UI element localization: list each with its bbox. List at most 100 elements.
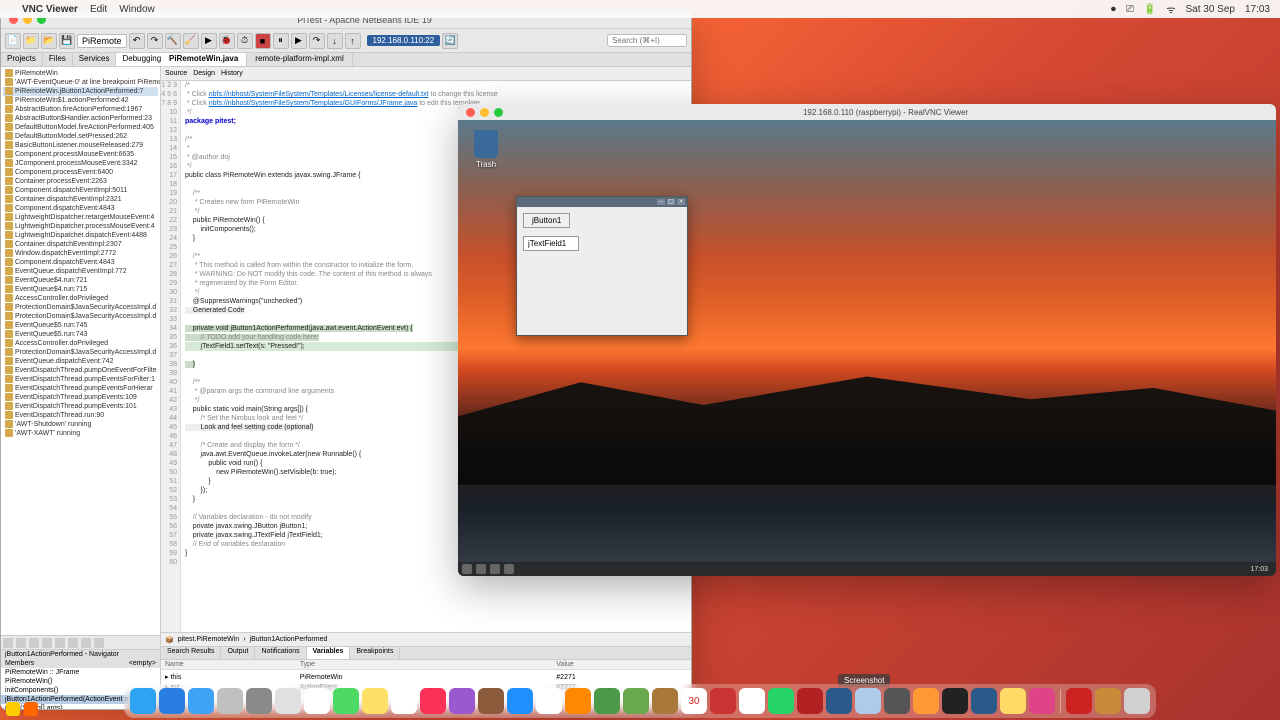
dock-vlc-icon[interactable]: [565, 688, 591, 714]
remote-trash-icon[interactable]: Trash: [474, 130, 498, 169]
dock-vnc-server-icon[interactable]: [971, 688, 997, 714]
dock-trash-icon[interactable]: [1124, 688, 1150, 714]
stack-frame[interactable]: Component.dispatchEventImpl:5011: [3, 186, 158, 195]
wifi-icon[interactable]: ᯤ: [1166, 2, 1175, 16]
stack-frame[interactable]: Container.dispatchEventImpl:2307: [3, 240, 158, 249]
stack-frame[interactable]: ProtectionDomain$JavaSecurityAccessImpl.…: [3, 303, 158, 312]
tab-files[interactable]: Files: [43, 53, 73, 66]
remote-jbutton1[interactable]: jButton1: [523, 213, 570, 228]
variable-row[interactable]: ▸ thisPiRemoteWin#2271: [161, 672, 691, 682]
menu-window[interactable]: Window: [119, 4, 155, 15]
dock-home-icon[interactable]: [913, 688, 939, 714]
dtab-vars[interactable]: Variables: [307, 647, 351, 659]
stack-frame[interactable]: PiRemoteWin.jButton1ActionPerformed:7: [3, 87, 158, 96]
tab-projects[interactable]: Projects: [1, 53, 43, 66]
display-icon[interactable]: ⎚: [1126, 4, 1134, 15]
remote-taskbar[interactable]: 17:03: [458, 562, 1276, 576]
dock-netbeans-icon[interactable]: [855, 688, 881, 714]
editor-tab-java[interactable]: PiRemoteWin.java: [161, 53, 247, 66]
stack-frame[interactable]: EventDispatchThread.pumpEvents:101: [3, 402, 158, 411]
remote-term-icon[interactable]: [504, 564, 514, 574]
dock-vnc-viewer-icon[interactable]: [826, 688, 852, 714]
dock-reminders-icon[interactable]: [391, 688, 417, 714]
stack-frame[interactable]: Component.processMouseEvent:6635: [3, 150, 158, 159]
minimize-icon[interactable]: [480, 108, 489, 117]
remote-min-icon[interactable]: –: [657, 199, 665, 205]
stack-frame[interactable]: 'AWT-XAWT' running: [3, 429, 158, 438]
stack-frame[interactable]: Component.dispatchEvent:4843: [3, 204, 158, 213]
nav-member[interactable]: PiRemoteWin :: JFrame: [1, 668, 160, 677]
stack-frame[interactable]: Container.dispatchEventImpl:2321: [3, 195, 158, 204]
dock-intellij-icon[interactable]: [1029, 688, 1055, 714]
pause-button[interactable]: ⏸: [273, 33, 289, 49]
clean-build-button[interactable]: 🧹: [183, 33, 199, 49]
stack-frame[interactable]: EventDispatchThread.run:90: [3, 411, 158, 420]
save-all-button[interactable]: 💾: [59, 33, 75, 49]
run-button[interactable]: ▶: [201, 33, 217, 49]
remote-host-label[interactable]: 192.168.0.110:22: [367, 35, 441, 46]
dock-red-label-icon[interactable]: [1066, 688, 1092, 714]
stack-frame[interactable]: EventDispatchThread.pumpEventsForHierar: [3, 384, 158, 393]
stack-frame[interactable]: 'AWT-Shutdown' running: [3, 420, 158, 429]
remote-java-window[interactable]: – ▢ × jButton1: [516, 196, 688, 336]
menubar-date[interactable]: Sat 30 Sep: [1185, 4, 1234, 15]
camera-icon[interactable]: ⏺: [1111, 4, 1116, 15]
stack-frame[interactable]: Component.processEvent:6400: [3, 168, 158, 177]
refresh-button[interactable]: 🔄: [442, 33, 458, 49]
stack-frame[interactable]: 'AWT-EventQueue-0' at line breakpoint Pi…: [3, 78, 158, 87]
profile-button[interactable]: ⏱: [237, 33, 253, 49]
remote-close-icon[interactable]: ×: [677, 199, 685, 205]
dock-launchpad-icon[interactable]: [217, 688, 243, 714]
debug-button[interactable]: 🐞: [219, 33, 235, 49]
dock-suitcase-icon[interactable]: [652, 688, 678, 714]
remote-files-icon[interactable]: [490, 564, 500, 574]
dock-dictionary-icon[interactable]: [478, 688, 504, 714]
run-config-dropdown[interactable]: PiRemote: [77, 34, 127, 48]
remote-menu-icon[interactable]: [462, 564, 472, 574]
vnc-titlebar[interactable]: 192.168.0.110 (raspberrypi) - RealVNC Vi…: [458, 104, 1276, 120]
dock-settings-icon[interactable]: [246, 688, 272, 714]
stack-frame[interactable]: EventQueue$4.run:721: [3, 276, 158, 285]
battery-icon[interactable]: 🔋: [1144, 4, 1156, 15]
remote-clock[interactable]: 17:03: [1250, 566, 1272, 573]
dock-atom-icon[interactable]: [623, 688, 649, 714]
stack-frame[interactable]: AbstractButton.fireActionPerformed:1967: [3, 105, 158, 114]
stack-frame[interactable]: DefaultButtonModel.setPressed:262: [3, 132, 158, 141]
stack-frame[interactable]: AccessController.doPrivileged: [3, 294, 158, 303]
open-button[interactable]: 📂: [41, 33, 57, 49]
dtab-notif[interactable]: Notifications: [255, 647, 306, 659]
stack-frame[interactable]: PiRemoteWin$1.actionPerformed:42: [3, 96, 158, 105]
new-project-button[interactable]: 📁: [23, 33, 39, 49]
mini-icon[interactable]: [6, 702, 20, 716]
undo-button[interactable]: ↶: [129, 33, 145, 49]
stack-frame[interactable]: LightweightDispatcher.retargetMouseEvent…: [3, 213, 158, 222]
step-out-button[interactable]: ↑: [345, 33, 361, 49]
stack-frame[interactable]: AccessController.doPrivileged: [3, 339, 158, 348]
stack-frame[interactable]: Component.dispatchEvent:4843: [3, 258, 158, 267]
dock-podcasts-icon[interactable]: [449, 688, 475, 714]
dock-parallels-icon[interactable]: [710, 688, 736, 714]
menubar-app-name[interactable]: VNC Viewer: [22, 4, 78, 15]
stack-frame[interactable]: PiRemoteWin: [3, 69, 158, 78]
dock-whatsapp-icon[interactable]: [768, 688, 794, 714]
view-source[interactable]: Source: [165, 70, 187, 77]
dock-calendar-icon[interactable]: 30: [681, 688, 707, 714]
debug-callstack-tree[interactable]: PiRemoteWin'AWT-EventQueue-0' at line br…: [1, 67, 160, 635]
mini-btn[interactable]: [3, 638, 13, 648]
continue-button[interactable]: ▶: [291, 33, 307, 49]
remote-browser-icon[interactable]: [476, 564, 486, 574]
dtab-search[interactable]: Search Results: [161, 647, 221, 659]
editor-breadcrumb[interactable]: 📦pitest.PiRemoteWin›jButton1ActionPerfor…: [161, 632, 691, 646]
dock-notes-icon[interactable]: [362, 688, 388, 714]
new-file-button[interactable]: 📄: [5, 33, 21, 49]
stack-frame[interactable]: EventQueue$4.run:715: [3, 285, 158, 294]
dock-freeform-icon[interactable]: [304, 688, 330, 714]
dtab-break[interactable]: Breakpoints: [350, 647, 400, 659]
editor-tab-xml[interactable]: remote-platform-impl.xml: [247, 53, 352, 66]
dock-inbox-icon[interactable]: [1095, 688, 1121, 714]
mac-dock[interactable]: 30: [124, 684, 1156, 718]
stack-frame[interactable]: BasicButtonListener.mouseReleased:279: [3, 141, 158, 150]
dock-messages-icon[interactable]: [333, 688, 359, 714]
remote-jtextfield1[interactable]: [523, 236, 579, 251]
build-button[interactable]: 🔨: [165, 33, 181, 49]
